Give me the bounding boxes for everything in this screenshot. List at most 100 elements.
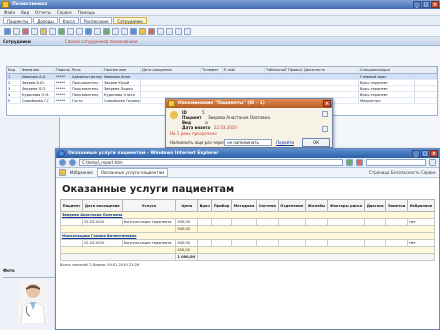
- ie-icon: [58, 150, 65, 157]
- back-icon[interactable]: [59, 159, 66, 166]
- col-fullname[interactable]: Полное имя: [103, 67, 141, 73]
- filter-icon[interactable]: [40, 27, 47, 35]
- col-check[interactable]: Провка: [287, 67, 303, 73]
- cell-fullname: Иванова Анна: [103, 74, 141, 79]
- star-icon[interactable]: [59, 169, 66, 176]
- paste-icon[interactable]: [76, 27, 83, 35]
- goto-link[interactable]: Перейти: [276, 140, 294, 145]
- col-position[interactable]: Должность: [303, 67, 359, 73]
- minimize-button[interactable]: _: [413, 1, 421, 8]
- tab-staff[interactable]: Сотрудники: [113, 17, 147, 24]
- tab-income[interactable]: Доходы: [33, 17, 58, 24]
- menu-file[interactable]: Файл: [4, 9, 15, 15]
- col-birthdate[interactable]: Дата рождения: [141, 67, 201, 73]
- refresh-icon[interactable]: [346, 159, 353, 166]
- browser-close-button[interactable]: ×: [430, 150, 438, 157]
- menu-view[interactable]: Вид: [21, 9, 29, 15]
- col-notes: Заметки: [385, 199, 408, 212]
- cell-position: Медсестра: [359, 98, 415, 103]
- cell-blank: [141, 80, 359, 85]
- col-specialization[interactable]: Специализация: [359, 67, 437, 73]
- menu-reports[interactable]: Отчеты: [35, 9, 51, 15]
- tab-schedule[interactable]: Расписание: [79, 17, 113, 24]
- browser-maximize-button[interactable]: □: [421, 150, 429, 157]
- edit-icon[interactable]: [13, 27, 20, 35]
- menu-service[interactable]: Сервис: [57, 9, 72, 15]
- forward-icon[interactable]: [69, 159, 76, 166]
- patient-name[interactable]: Москальцова Галина Валентиновна: [60, 232, 435, 240]
- total-value: 1 000,00: [175, 253, 199, 261]
- cell-password: *****: [55, 92, 71, 97]
- close-button[interactable]: ×: [431, 1, 439, 8]
- preview-icon[interactable]: [94, 27, 101, 35]
- address-input[interactable]: C:\temp\_report.htm: [79, 159, 343, 166]
- tab-cash[interactable]: Касса: [58, 17, 79, 24]
- browser-tab[interactable]: Оказанные услуги пациентам: [96, 168, 169, 177]
- main-toolbar: [0, 26, 440, 37]
- panel-header: Сотрудники Список сотрудников поликлиник…: [0, 37, 440, 46]
- cell-fullname: Зверева Лидия: [103, 86, 141, 91]
- col-surname[interactable]: Фамилия: [21, 67, 55, 73]
- next-record-icon[interactable]: [175, 27, 182, 35]
- print-icon[interactable]: [85, 27, 92, 35]
- cell-blank: [230, 218, 258, 226]
- field-date: Дата визита 22.03.2010: [182, 125, 302, 130]
- cell-blank: [385, 218, 408, 226]
- grid-icon-2[interactable]: [121, 27, 128, 35]
- cell-blank: [305, 218, 328, 226]
- cell-surname: Зверева Л.П.: [21, 86, 55, 91]
- stop-icon[interactable]: [356, 159, 363, 166]
- excel-icon[interactable]: [103, 27, 110, 35]
- tab-patients[interactable]: Пациенты: [3, 17, 33, 24]
- cell-blank: [141, 74, 359, 79]
- cell-blank: [277, 218, 307, 226]
- menu-help[interactable]: Помощь: [78, 9, 95, 15]
- scroll-down-button[interactable]: [322, 126, 328, 132]
- col-tabnum[interactable]: Табельный: [265, 67, 287, 73]
- search-input[interactable]: [366, 159, 426, 166]
- bell-icon: [168, 100, 175, 107]
- browser-minimize-button[interactable]: _: [412, 150, 420, 157]
- search-icon[interactable]: [429, 159, 436, 166]
- col-role[interactable]: Роль: [71, 67, 103, 73]
- cell-price: 500,00: [175, 218, 199, 226]
- patient-name[interactable]: Зверева Анастасия Олеговна: [60, 211, 435, 219]
- chart-icon[interactable]: [148, 27, 155, 35]
- copy-icon[interactable]: [67, 27, 74, 35]
- last-record-icon[interactable]: [184, 27, 191, 35]
- remind-select[interactable]: не напоминать: [224, 139, 272, 146]
- cell-position: Врач-терапевт: [359, 80, 415, 85]
- col-password[interactable]: Пароль: [55, 67, 71, 73]
- overdue-text: На 1 день просрочено: [170, 131, 217, 136]
- grid-icon-3[interactable]: [130, 27, 137, 35]
- cell-fullname: Самойлова Галина: [104, 98, 141, 103]
- grid-icon-1[interactable]: [112, 27, 119, 35]
- dialog-close-button[interactable]: ×: [323, 100, 331, 107]
- cell-blank: [326, 218, 366, 226]
- col-phone[interactable]: Телефон: [201, 67, 223, 73]
- report-header-row: Пациент Дата посещения Услуга Цена Врач …: [60, 199, 436, 212]
- subtotal-value: 500,00: [175, 225, 199, 233]
- maximize-button[interactable]: □: [422, 1, 430, 8]
- browser-title-bar: Оказанные услуги пациентам - Windows Int…: [56, 149, 439, 158]
- command-bar[interactable]: Страница Безопасность Сервис: [369, 170, 436, 175]
- first-record-icon[interactable]: [157, 27, 164, 35]
- prev-record-icon[interactable]: [166, 27, 173, 35]
- new-icon[interactable]: [4, 27, 11, 35]
- scroll-up-button[interactable]: [322, 111, 328, 117]
- sort-icon[interactable]: [49, 27, 56, 35]
- cell-service: Консультация терапевта: [121, 239, 177, 247]
- cell-role: Администратор: [72, 74, 103, 79]
- ok-button[interactable]: ОК: [302, 138, 330, 147]
- col-service: Услуга: [121, 199, 177, 212]
- col-code[interactable]: Код: [7, 67, 21, 73]
- table-row: 22.03.2010 Консультация терапевта 500,00…: [60, 239, 436, 247]
- cut-icon[interactable]: [31, 27, 38, 35]
- delete-icon[interactable]: [22, 27, 29, 35]
- cell-blank: [197, 239, 213, 247]
- refresh-icon[interactable]: [58, 27, 65, 35]
- favorites-button[interactable]: Избранное: [70, 170, 93, 175]
- col-email[interactable]: E-mail: [223, 67, 265, 73]
- report-icon[interactable]: [139, 27, 146, 35]
- cell-blank: [364, 218, 387, 226]
